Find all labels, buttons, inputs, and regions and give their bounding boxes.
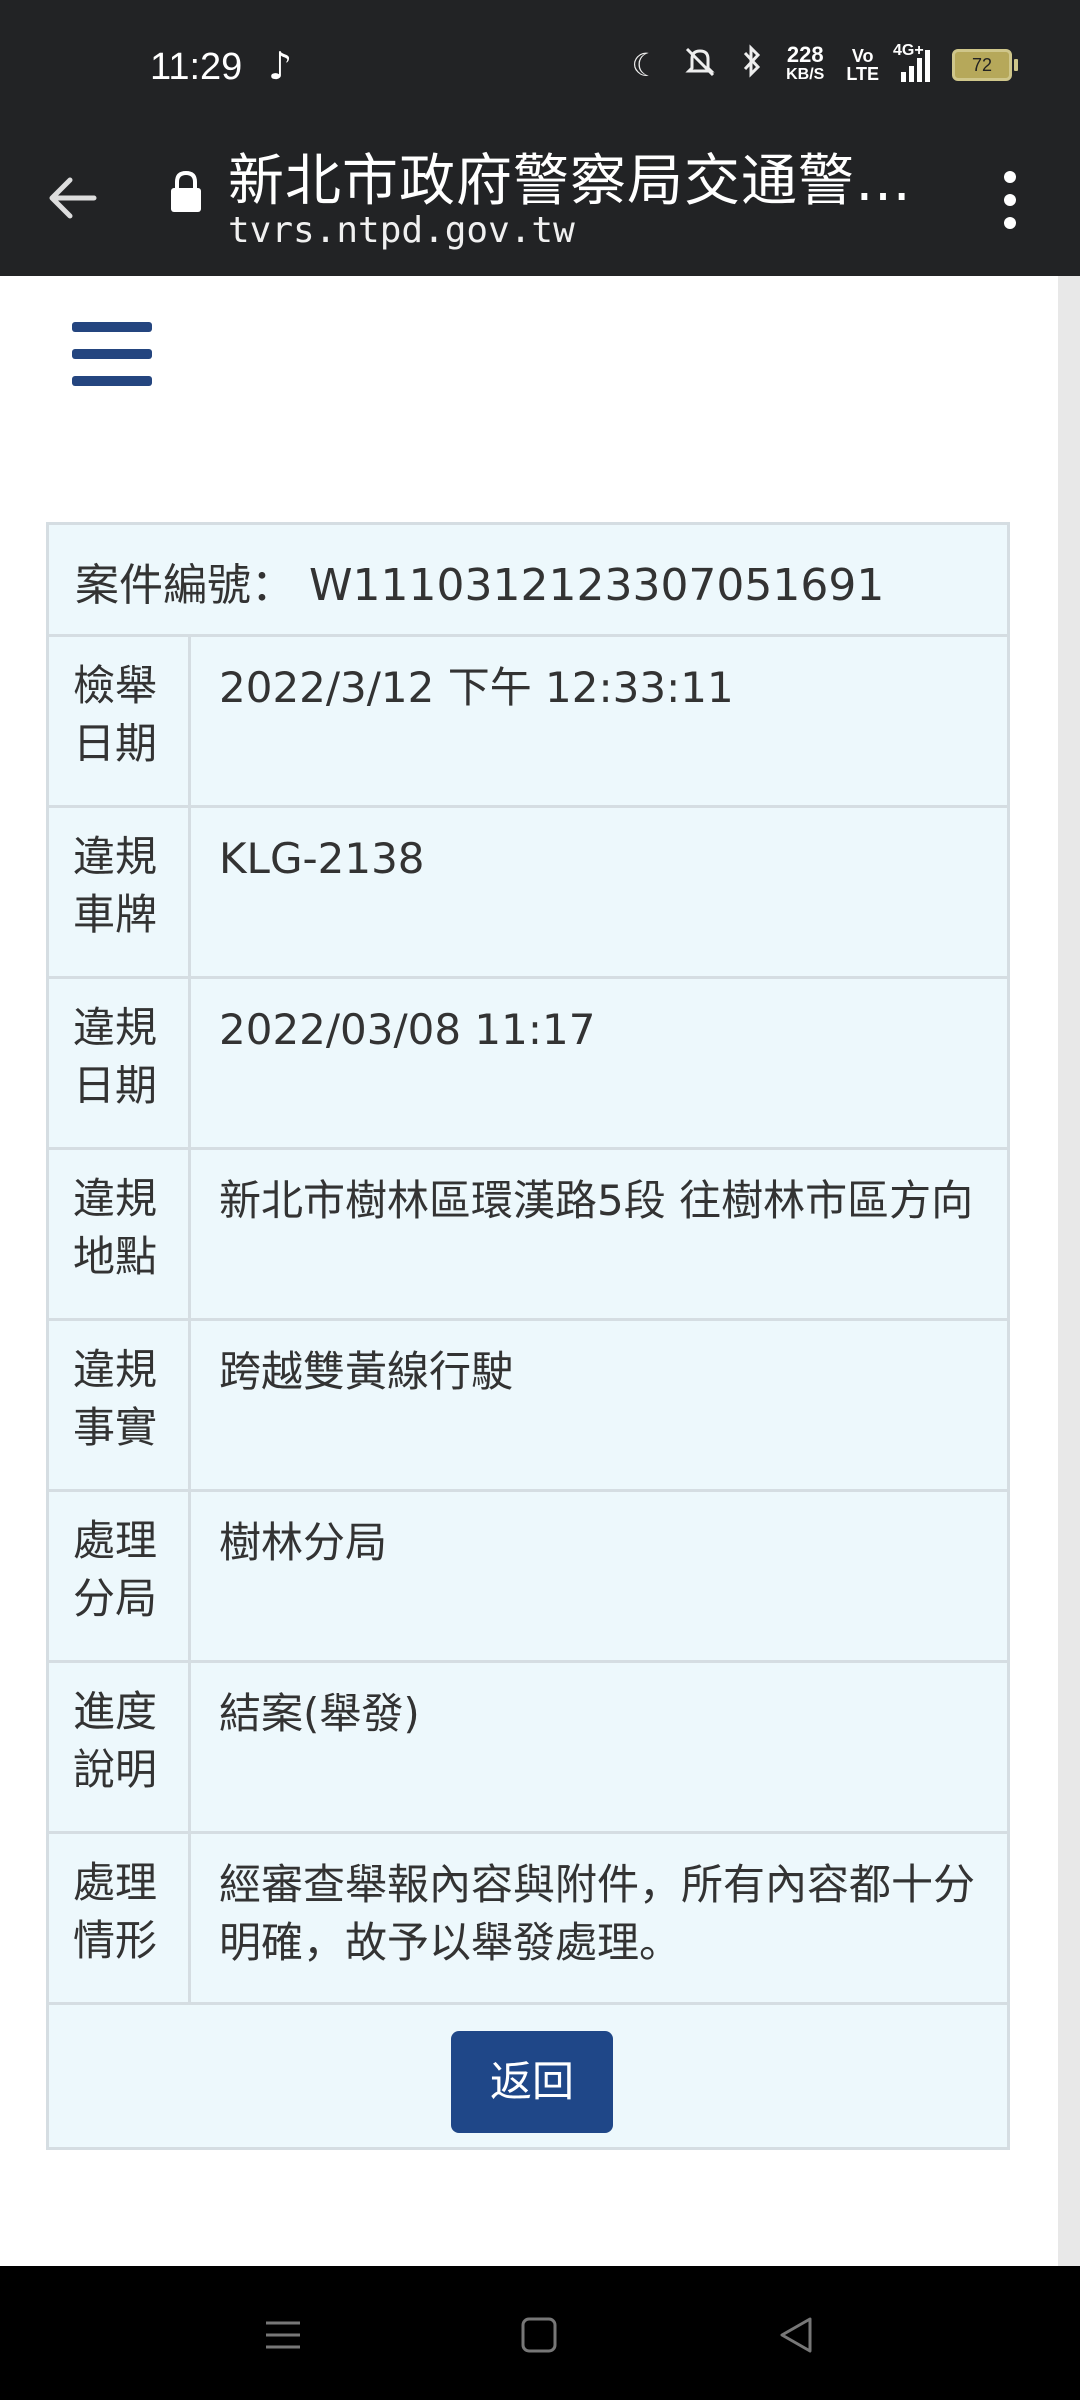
case-detail-card: 案件編號： W1110312123307051691 檢舉 日期 2022/3/1…	[46, 522, 1010, 2150]
url-text[interactable]: tvrs.ntpd.gov.tw	[228, 210, 575, 251]
row-label: 違規 地點	[49, 1150, 191, 1318]
case-number-cell: 案件編號： W1110312123307051691	[75, 549, 884, 613]
row-label: 檢舉 日期	[49, 637, 191, 805]
music-note-icon: ♪	[268, 44, 293, 88]
row-label: 違規 事實	[49, 1321, 191, 1489]
status-time: 11:29	[150, 46, 243, 88]
handling-branch-row: 處理 分局 樹林分局	[49, 1492, 1007, 1663]
network-speed: 228 KB/S	[786, 42, 825, 85]
system-nav-bar	[0, 2266, 1080, 2400]
violation-fact-value: 跨越雙黃線行駛	[219, 1347, 514, 1396]
silent-bell-icon	[682, 44, 718, 86]
handling-status-row: 處理 情形 經審查舉報內容與附件，所有內容都十分明確，故予以舉發處理。	[49, 1834, 1007, 2005]
more-options-icon[interactable]	[990, 160, 1030, 240]
battery-icon: 72	[952, 49, 1018, 81]
violation-date-row: 違規 日期 2022/03/08 11:17	[49, 979, 1007, 1150]
back-arrow-icon[interactable]	[42, 168, 102, 228]
return-button[interactable]: 返回	[451, 2031, 613, 2133]
status-icons: ☾ 228 KB/S Vo LTE 4G+ 72	[631, 42, 1018, 86]
volte-bottom: LTE	[846, 64, 879, 84]
handling-branch-value: 樹林分局	[219, 1518, 388, 1567]
row-label: 處理 情形	[49, 1834, 191, 2002]
violation-fact-row: 違規 事實 跨越雙黃線行駛	[49, 1321, 1007, 1492]
license-plate-value: KLG-2138	[219, 834, 425, 883]
status-bar: 11:29 ♪ ☾ 228 KB/S Vo LTE 4G+ 72	[0, 0, 1080, 140]
volte-top: Vo	[851, 46, 874, 66]
violation-location-row: 違規 地點 新北市樹林區環漢路5段 往樹林市區方向	[49, 1150, 1007, 1321]
row-label: 處理 分局	[49, 1492, 191, 1660]
violation-date-value: 2022/03/08 11:17	[219, 1005, 596, 1054]
network-speed-value: 228	[786, 42, 824, 67]
network-speed-unit: KB/S	[786, 66, 825, 83]
violation-location-value: 新北市樹林區環漢路5段 往樹林市區方向	[219, 1176, 974, 1225]
page-content: 案件編號： W1110312123307051691 檢舉 日期 2022/3/1…	[0, 276, 1058, 2266]
page-scrollbar[interactable]	[1058, 276, 1080, 2266]
page-title[interactable]: 新北市政府警察局交通警察...	[228, 136, 918, 217]
report-date-row: 檢舉 日期 2022/3/12 下午 12:33:11	[49, 637, 1007, 808]
home-icon[interactable]	[514, 2310, 564, 2360]
footer-row: 返回	[49, 2005, 1007, 2147]
case-number-label: 案件編號：	[75, 560, 295, 611]
row-label: 違規 日期	[49, 979, 191, 1147]
do-not-disturb-moon-icon: ☾	[631, 46, 661, 84]
network-type: 4G+	[893, 42, 924, 59]
case-number-row: 案件編號： W1110312123307051691	[49, 525, 1007, 637]
progress-row: 進度 說明 結案(舉發)	[49, 1663, 1007, 1834]
lock-icon	[168, 170, 204, 214]
row-label: 違規 車牌	[49, 808, 191, 976]
back-triangle-icon[interactable]	[772, 2310, 822, 2360]
volte-indicator: Vo LTE	[846, 47, 879, 83]
recent-apps-icon[interactable]	[258, 2310, 308, 2360]
case-number-value: W1110312123307051691	[309, 560, 885, 611]
bluetooth-icon	[740, 44, 764, 86]
handling-status-value: 經審查舉報內容與附件，所有內容都十分明確，故予以舉發處理。	[219, 1860, 976, 1967]
hamburger-menu-icon[interactable]	[72, 322, 152, 388]
cell-signal-icon: 4G+	[893, 42, 930, 82]
report-date-value: 2022/3/12 下午 12:33:11	[219, 663, 734, 712]
progress-value: 結案(舉發)	[219, 1689, 420, 1738]
browser-toolbar: 新北市政府警察局交通警察... tvrs.ntpd.gov.tw	[0, 140, 1080, 276]
license-plate-row: 違規 車牌 KLG-2138	[49, 808, 1007, 979]
row-label: 進度 說明	[49, 1663, 191, 1831]
